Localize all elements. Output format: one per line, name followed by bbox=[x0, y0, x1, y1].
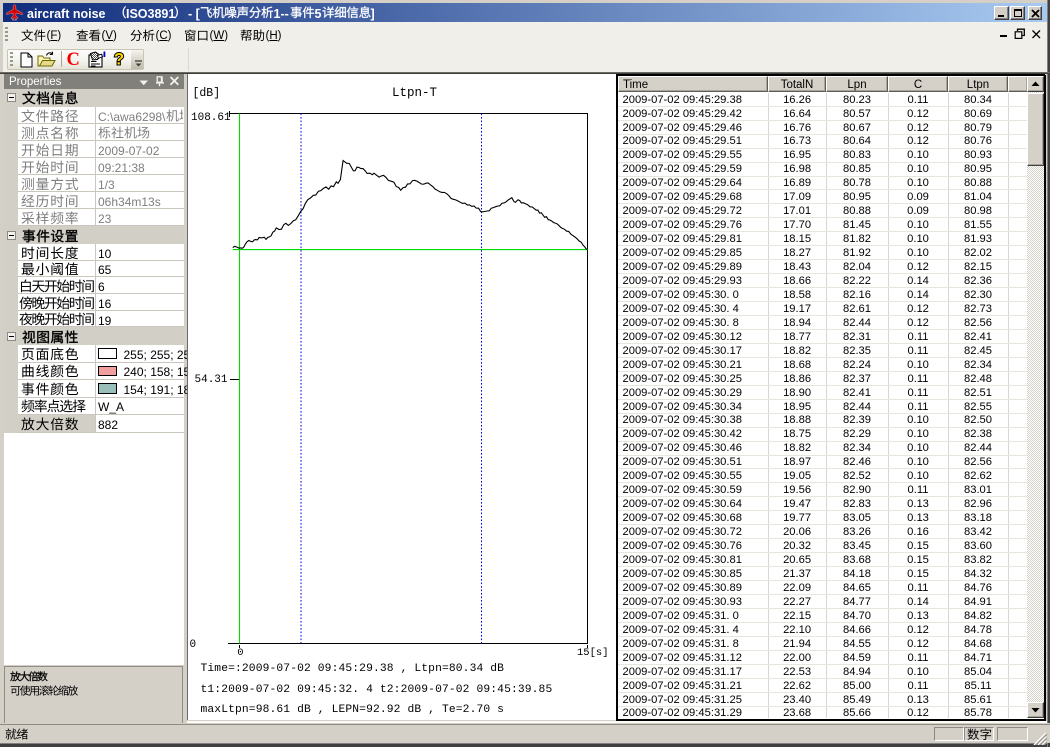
svg-text:?: ? bbox=[114, 51, 124, 69]
